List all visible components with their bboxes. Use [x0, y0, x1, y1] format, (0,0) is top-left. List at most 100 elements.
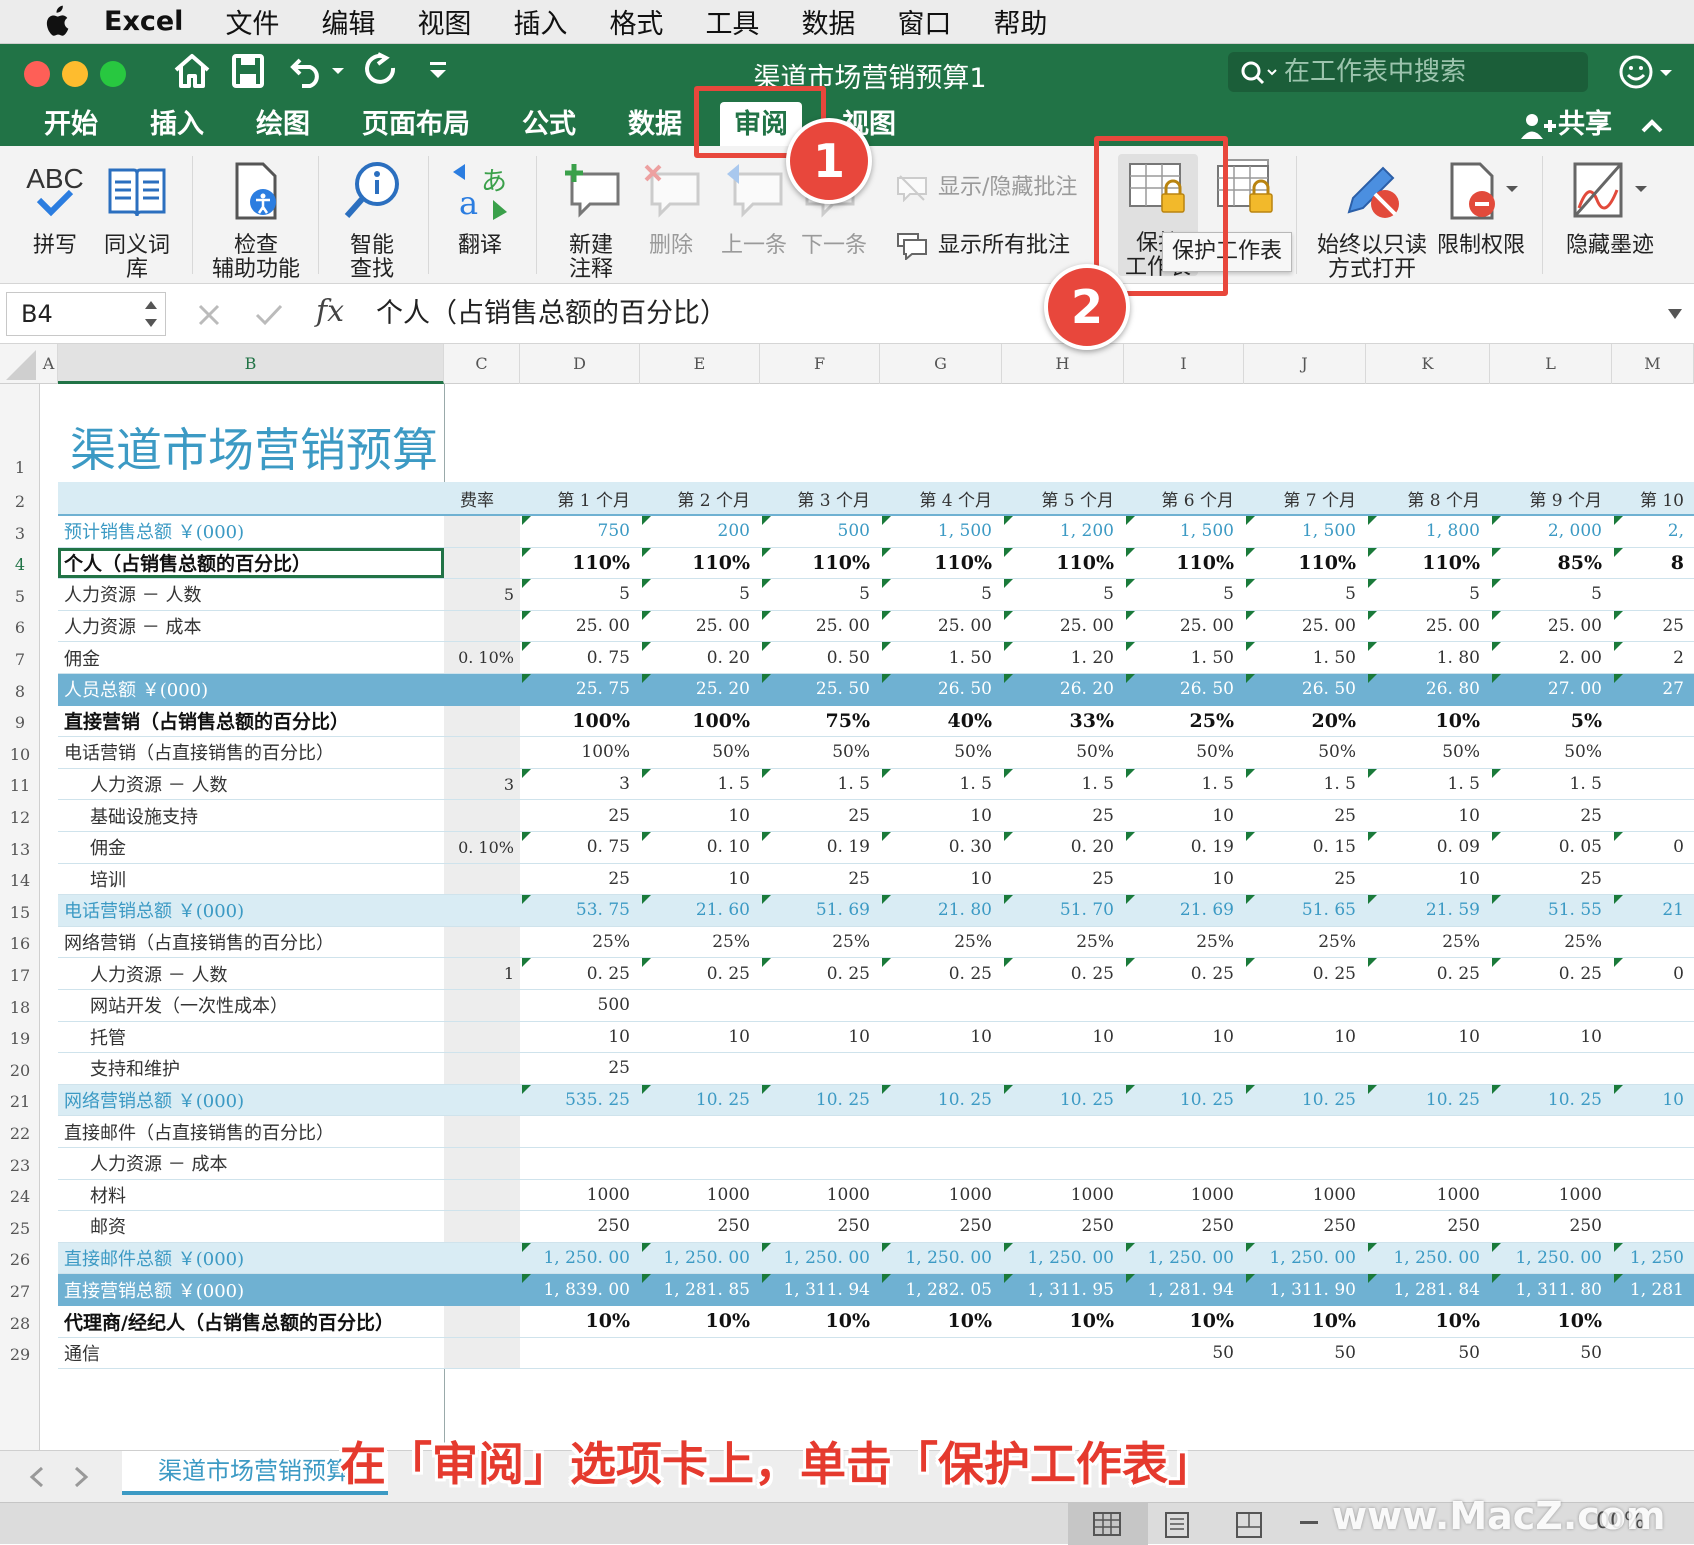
confirm-edit-icon[interactable]	[254, 302, 284, 328]
row-label[interactable]: 支持和维护	[58, 1053, 444, 1084]
row-label[interactable]: 材料	[58, 1180, 444, 1211]
value-cell[interactable]: 25%	[520, 927, 640, 958]
value-cell[interactable]: 250	[640, 1211, 760, 1242]
menu-help[interactable]: 帮助	[993, 2, 1047, 41]
value-cell[interactable]	[1366, 1148, 1490, 1179]
value-cell[interactable]: 50%	[1244, 737, 1366, 768]
rate-cell[interactable]	[444, 990, 520, 1021]
value-cell[interactable]: 1. 50	[880, 642, 1002, 673]
month-header-cell[interactable]: 第 8 个月	[1366, 482, 1490, 514]
value-cell[interactable]: 10	[880, 864, 1002, 895]
value-cell[interactable]: 10	[1612, 1085, 1694, 1116]
value-cell[interactable]: 1. 5	[1124, 769, 1244, 800]
show-hide-comments-button[interactable]: 显示/隐藏批注	[896, 174, 1077, 210]
month-header-cell[interactable]: 第 2 个月	[640, 482, 760, 514]
value-cell[interactable]: 0. 15	[1244, 832, 1366, 863]
value-cell[interactable]: 25. 00	[520, 611, 640, 642]
value-cell[interactable]: 1000	[880, 1180, 1002, 1211]
expand-formula-icon[interactable]	[1666, 306, 1684, 322]
value-cell[interactable]: 25. 00	[880, 611, 1002, 642]
value-cell[interactable]: 51. 69	[760, 895, 880, 926]
month-header-cell[interactable]: 第 9 个月	[1490, 482, 1612, 514]
value-cell[interactable]: 1, 250. 00	[1124, 1243, 1244, 1274]
value-cell[interactable]: 25%	[760, 927, 880, 958]
rate-cell[interactable]: 0. 10%	[444, 832, 520, 863]
column-header-a[interactable]: A	[40, 344, 58, 384]
value-cell[interactable]: 110%	[1124, 548, 1244, 579]
row-header[interactable]: 14	[0, 871, 40, 890]
row-header[interactable]: 5	[0, 587, 40, 606]
restrict-permission-button[interactable]: 限制权限	[1436, 160, 1526, 258]
value-cell[interactable]: 50%	[880, 737, 1002, 768]
value-cell[interactable]: 50	[1244, 1338, 1366, 1369]
month-header-cell[interactable]: 第 10	[1612, 482, 1694, 514]
value-cell[interactable]: 1. 5	[1002, 769, 1124, 800]
row-header[interactable]: 16	[0, 934, 40, 953]
value-cell[interactable]	[1612, 1148, 1694, 1179]
rate-cell[interactable]: 3	[444, 768, 520, 800]
value-cell[interactable]	[1002, 1053, 1124, 1084]
row-header[interactable]: 20	[0, 1061, 40, 1080]
value-cell[interactable]: 1000	[1124, 1180, 1244, 1211]
value-cell[interactable]	[1366, 990, 1490, 1021]
home-icon[interactable]	[172, 52, 212, 90]
formula-input[interactable]: 个人（占销售总额的百分比）	[376, 292, 727, 336]
value-cell[interactable]: 1, 311. 95	[1002, 1274, 1124, 1305]
value-cell[interactable]: 5	[1366, 579, 1490, 610]
rate-cell[interactable]	[444, 1116, 520, 1147]
value-cell[interactable]: 25. 00	[760, 611, 880, 642]
customize-toolbar-icon[interactable]	[428, 60, 448, 82]
value-cell[interactable]: 0. 10	[640, 832, 760, 863]
value-cell[interactable]	[880, 1116, 1002, 1147]
value-cell[interactable]	[1612, 1306, 1694, 1337]
value-cell[interactable]	[880, 1148, 1002, 1179]
menu-format[interactable]: 格式	[609, 2, 663, 41]
value-cell[interactable]: 500	[520, 990, 640, 1021]
value-cell[interactable]	[1612, 1053, 1694, 1084]
value-cell[interactable]	[1366, 1053, 1490, 1084]
row-label[interactable]: 邮资	[58, 1211, 444, 1242]
column-header-l[interactable]: L	[1490, 344, 1612, 384]
value-cell[interactable]: 1, 281. 94	[1124, 1274, 1244, 1305]
row-label[interactable]: 网站开发（一次性成本）	[58, 990, 444, 1021]
value-cell[interactable]: 250	[1244, 1211, 1366, 1242]
rate-cell[interactable]	[444, 1337, 520, 1369]
value-cell[interactable]: 0. 25	[640, 958, 760, 989]
value-cell[interactable]: 25. 50	[760, 674, 880, 705]
value-cell[interactable]	[520, 1116, 640, 1147]
value-cell[interactable]	[1612, 737, 1694, 768]
insert-function-button[interactable]: fx	[316, 294, 344, 329]
row-header[interactable]: 7	[0, 650, 40, 669]
menu-insert[interactable]: 插入	[513, 2, 567, 41]
value-cell[interactable]: 10%	[760, 1306, 880, 1337]
row-label[interactable]: 佣金	[58, 642, 444, 673]
value-cell[interactable]	[1002, 990, 1124, 1021]
value-cell[interactable]	[640, 1338, 760, 1369]
share-button[interactable]: 共享	[1520, 108, 1612, 146]
value-cell[interactable]	[1244, 1053, 1366, 1084]
value-cell[interactable]: 0. 25	[1244, 958, 1366, 989]
value-cell[interactable]: 25. 00	[1002, 611, 1124, 642]
row-header[interactable]: 24	[0, 1187, 40, 1206]
tab-home[interactable]: 开始	[44, 108, 98, 146]
select-all-corner[interactable]	[0, 344, 40, 384]
value-cell[interactable]: 0. 20	[640, 642, 760, 673]
value-cell[interactable]: 5	[880, 579, 1002, 610]
value-cell[interactable]: 25. 20	[640, 674, 760, 705]
rate-cell[interactable]	[444, 610, 520, 642]
value-cell[interactable]: 1, 250. 00	[760, 1243, 880, 1274]
value-cell[interactable]: 1, 311. 94	[760, 1274, 880, 1305]
value-cell[interactable]: 1000	[640, 1180, 760, 1211]
close-window-button[interactable]	[24, 61, 50, 87]
row-label[interactable]: 网络营销总额 ￥(000)	[58, 1085, 444, 1116]
row-header[interactable]: 9	[0, 713, 40, 732]
value-cell[interactable]	[520, 1338, 640, 1369]
value-cell[interactable]: 50	[1490, 1338, 1612, 1369]
value-cell[interactable]: 51. 70	[1002, 895, 1124, 926]
value-cell[interactable]: 0	[1612, 832, 1694, 863]
value-cell[interactable]: 1. 5	[760, 769, 880, 800]
row-header[interactable]: 10	[0, 745, 40, 764]
value-cell[interactable]: 250	[880, 1211, 1002, 1242]
value-cell[interactable]: 535. 25	[520, 1085, 640, 1116]
value-cell[interactable]: 53. 75	[520, 895, 640, 926]
